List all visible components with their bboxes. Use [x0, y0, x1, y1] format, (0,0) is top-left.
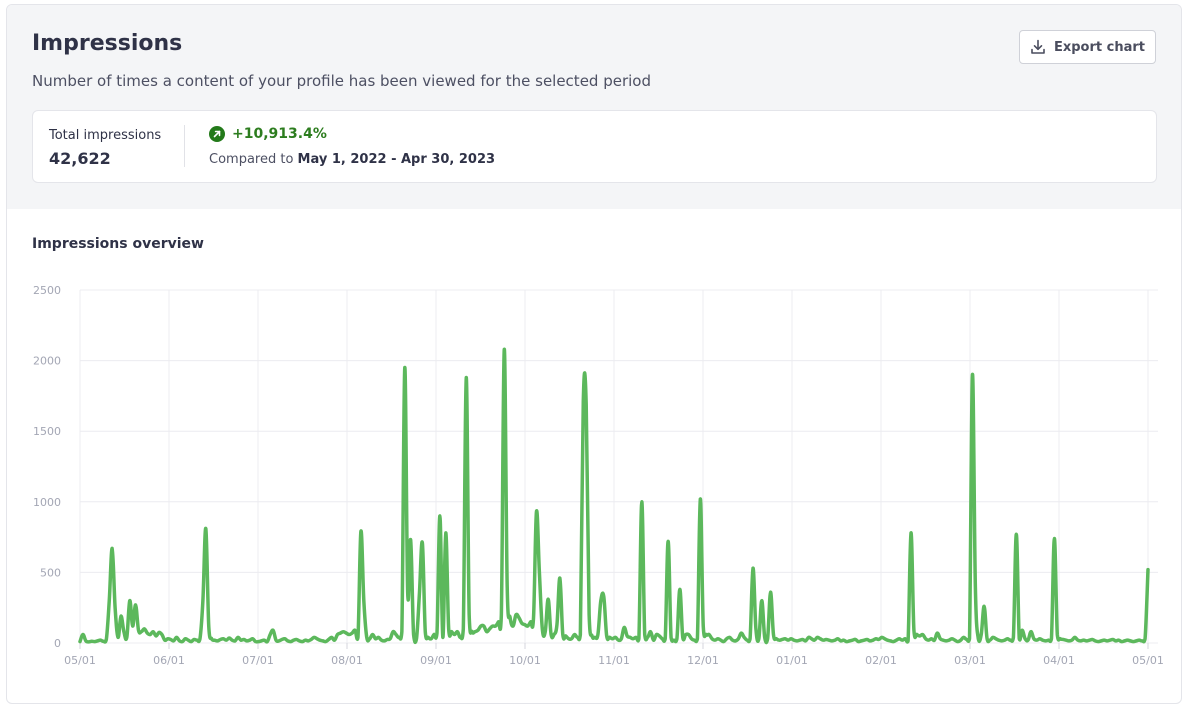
x-tick-label: 03/01	[954, 654, 986, 667]
x-tick-label: 01/01	[776, 654, 808, 667]
x-tick-label: 05/01	[64, 654, 96, 667]
x-tick-label: 05/01	[1132, 654, 1164, 667]
x-tick-label: 11/01	[598, 654, 630, 667]
x-tick-label: 10/01	[509, 654, 541, 667]
y-tick-label: 1500	[33, 425, 61, 438]
x-tick-label: 09/01	[420, 654, 452, 667]
impressions-line-chart: 0 500 1000 1500 2000 2500 05/01 06/01 07/01 08/01…	[33, 284, 1164, 667]
impressions-card: Impressions Number of times a content of…	[6, 4, 1182, 704]
y-tick-label: 500	[40, 566, 61, 579]
y-tick-label: 0	[54, 637, 61, 650]
x-tick-label: 08/01	[331, 654, 363, 667]
x-tick-label: 04/01	[1043, 654, 1075, 667]
y-tick-label: 2500	[33, 284, 61, 297]
y-tick-label: 1000	[33, 496, 61, 509]
x-tick-label: 12/01	[687, 654, 719, 667]
x-tick-label: 07/01	[242, 654, 274, 667]
y-tick-label: 2000	[33, 355, 61, 368]
x-tick-label: 02/01	[865, 654, 897, 667]
x-tick-label: 06/01	[153, 654, 185, 667]
